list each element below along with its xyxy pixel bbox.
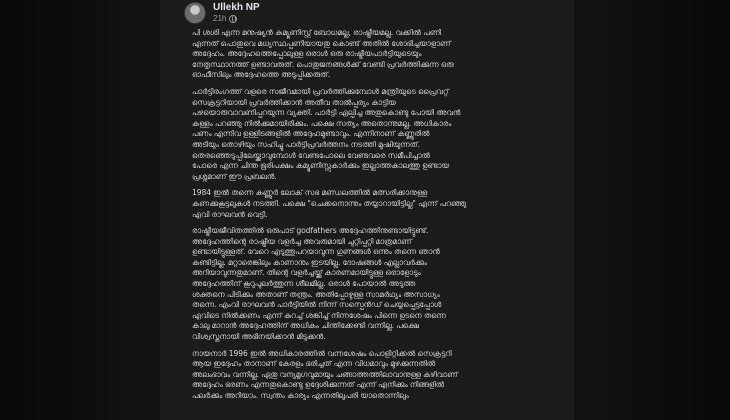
post-text-line: 1984 ഇൽ തന്നെ കണ്ണൂർ ലോക് സഭ മണ്ഡലത്തിൽ …: [192, 188, 428, 198]
post-body: പി ശശി എന്ന മനുഷ്യൻ കമ്യൂണിസ്റ്റ് ബോധമല്…: [192, 28, 542, 408]
post-text-line: നായനാർ 1996 ഇൽ അധികാരത്തിൽ വന്നശേഷം പൊളി…: [192, 348, 452, 358]
post-text-line: എവിടെ നിൽക്കണം എന്ന് കുറച്ച് ശങ്കിച്ച് ന…: [192, 310, 446, 320]
post-text-line: കണ്ടിട്ടില്ല. മറ്റാരെങ്കിലും കാണാനും ഇടയ…: [192, 257, 428, 267]
post-text-line: അടിയും തൊഴിയും സഹിച്ചു പാർട്ടിപ്രവർത്തനം…: [192, 139, 420, 149]
post-paragraph: നായനാർ 1996 ഇൽ അധികാരത്തിൽ വന്നശേഷം പൊളി…: [192, 349, 542, 402]
post-text-line: പ്രശ്നമാണ് ഈ പ്രബലൻ.: [192, 171, 277, 181]
post-paragraph: പാർട്ടിരംഗത്ത് വളരെ സജീവമായി പ്രവർത്തിക്…: [192, 87, 542, 182]
post-text-line: അദ്ദേഹം. അദ്ദേഹത്തെപ്പോലുള്ള ഒരാൾ ഒരു രാ…: [192, 49, 422, 59]
post-text-line: പണം എന്നിവ ഉള്ളിടങ്ങളിൽ അദ്ദേഹമുണ്ടാവും.…: [192, 129, 430, 139]
post-meta: 21h: [213, 14, 238, 23]
post-paragraph: 1984 ഇൽ തന്നെ കണ്ണൂർ ലോക് സഭ മണ്ഡലത്തിൽ …: [192, 188, 542, 220]
post-text-line: വിശ്വസ്തനായി അഭിനയിക്കാൻ മിടുക്കൻ.: [192, 332, 326, 342]
post-text-line: ശക്തനെ പിടിക്കും അതാണ് തന്ത്രം. അതിപ്പോഴ…: [192, 289, 440, 299]
post-paragraph: രാഷ്ട്രീയജീവിതത്തിൽ ഒരുപാട് godfathers അ…: [192, 226, 542, 343]
post-text-line: ഉണ്ടായിട്ടുള്ളത്. വേറെ എടുത്തുപറയാവുന്ന …: [192, 247, 440, 257]
post-text-line: തെരഞ്ഞെടുപ്പിലേയ്ക്കാവുമ്പോൾ വേണ്ടപോലെ വ…: [192, 150, 430, 160]
post-text-line: രാഷ്ട്രീയജീവിതത്തിൽ ഒരുപാട് godfathers അ…: [192, 226, 429, 236]
post-text-line: പാർട്ടിരംഗത്ത് വളരെ സജീവമായി പ്രവർത്തിക്…: [192, 86, 449, 96]
post-text-line: അദ്ദേഹത്തിന്റെ രാഷ്ട്രീയ വളർച്ച അവരുമായി…: [192, 236, 412, 246]
post-text-line: കള്ളം പറഞ്ഞു നിൽക്കുമായിരിക്കും. പക്ഷെ സ…: [192, 118, 452, 128]
post-text-line: പലർക്കും അറിയാം. സ്വന്തം കാര്യം എന്നതിലു…: [192, 391, 409, 400]
post-text-line: തന്നെ. എംവി രാഘവൻ പാർട്ടിയിൽ നിന്ന് സസ്പ…: [192, 300, 442, 310]
post-timestamp[interactable]: 21h: [213, 14, 226, 23]
author-name[interactable]: Ullekh NP: [213, 2, 260, 13]
post-text-line: ആയ ഇദ്ദേഹം താനാണ് കേരളം ഭരിച്ചത് എന്ന വി…: [192, 359, 436, 369]
post-text-line: അദ്ദേഹത്തിന് കൂറുപുലർത്തുന്ന ശീലമില്ല. ഒ…: [192, 279, 416, 289]
post-text-line: കണക്കുകൂട്ടലുകൾ നടത്തി. പക്ഷെ "ചെക്കനൊന്…: [192, 198, 467, 208]
globe-icon: [229, 14, 238, 23]
post-text-line: പഴയൊരുവാവണിപ്പറയുന്ന വ്യക്തി. പാർട്ടി ഏല…: [192, 108, 461, 118]
post-text-line: പോരെ എന്ന ചിന്ത ഭൂരിപക്ഷം കമ്യൂണിസ്റ്റുക…: [192, 161, 450, 171]
author-avatar[interactable]: [184, 2, 206, 24]
post-header: Ullekh NP 21h: [160, 0, 574, 26]
post-text-line: പി ശശി എന്ന മനുഷ്യൻ കമ്യൂണിസ്റ്റ് ബോധമല്…: [192, 28, 442, 37]
post-text-line: കാലു മാറാൻ അദ്ദേഹത്തിന് അധികം ചിന്തിക്കേ…: [192, 321, 420, 331]
post-text-line: എന്നത് പൊതുവെ മധ്യസ്ഥപ്പണിയായതു കൊണ്ട് അ…: [192, 38, 451, 48]
post-text-line: സെക്രട്ടറിയായി പ്രവർത്തിക്കാൻ അതീവ താൽപ്…: [192, 97, 396, 107]
post-paragraph: പി ശശി എന്ന മനുഷ്യൻ കമ്യൂണിസ്റ്റ് ബോധമല്…: [192, 28, 542, 81]
post-text-line: നേതൃസ്ഥാനത്ത് ഉണ്ടാവരുത്. പൊതുജനങ്ങൾക്ക്…: [192, 59, 454, 69]
facebook-post: Ullekh NP 21h പി ശശി എന്ന മനുഷ്യൻ കമ്യൂണ…: [160, 0, 574, 420]
post-text-line: അദ്ദേഹം ഭരണം എന്നതുകൊണ്ടു ഉദ്ദേശിക്കുന്ന…: [192, 380, 445, 390]
post-text-line: അലംഭാവം വന്നില്ല. ഏതു വന്യമൃഗവുമായും ചങ്…: [192, 369, 458, 379]
post-text-line: അറിയാവുന്നതുമാണ്. തിന്റെ വളർച്ചയ്ക്ക് കാ…: [192, 268, 421, 278]
post-text-line: എവി രാഘവൻ വെട്ടി.: [192, 209, 268, 219]
post-text-line: ഓഫീസിലും അദ്ദേഹത്തെ അടുപ്പിക്കരുത്.: [192, 70, 331, 80]
